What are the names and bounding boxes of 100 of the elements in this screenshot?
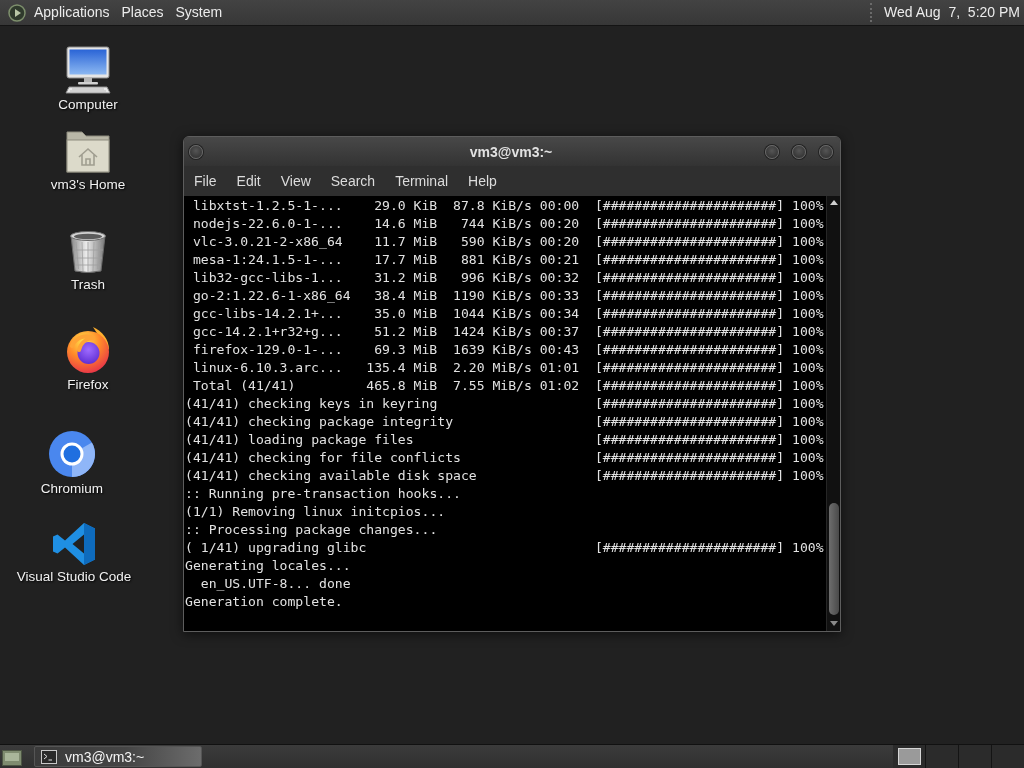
play-circle-icon[interactable] [8,3,26,22]
home-folder-icon[interactable] [64,130,112,174]
window-menu-button[interactable] [189,144,203,159]
download-size: 29.0 KiB [374,197,438,215]
progress-bar-text: [######################] [594,539,785,557]
scrollbar[interactable] [826,196,840,631]
progress-bar-text: [######################] [594,233,785,251]
terminal-icon [41,749,57,764]
download-size: 38.4 MiB [374,287,438,305]
desktop-icon-label[interactable]: Computer [58,97,118,113]
download-size: 31.2 MiB [374,269,438,287]
panel-menu[interactable]: Places [115,0,170,25]
progress-bar-text: [######################] [594,269,785,287]
menu-item[interactable]: View [270,166,321,196]
computer-icon[interactable] [64,46,112,94]
percent-text: 100% [792,197,824,215]
download-time: 00:34 [539,305,580,323]
progress-bar-text: [######################] [594,197,785,215]
download-time: 00:21 [539,251,580,269]
window-title: vm3@vm3:~ [469,143,553,160]
download-time: 00:20 [539,215,580,233]
scrollbar-thumb[interactable] [828,503,839,615]
package-name: mesa-1:24.1.5-1-... [192,251,343,269]
terminal-line: :: Running pre-transaction hooks... [185,485,461,503]
download-size: 17.7 MiB [374,251,438,269]
desktop-icon-label[interactable]: Trash [71,277,105,293]
download-rate: 1190 KiB/s [453,287,532,305]
scroll-up-arrow-icon[interactable] [829,200,838,205]
scroll-down-arrow-icon[interactable] [829,621,838,626]
chromium-logo-icon[interactable] [48,430,96,478]
package-name: nodejs-22.6.0-1-... [192,215,343,233]
terminal-line: (41/41) checking available disk space [185,467,477,485]
percent-text: 100% [792,305,824,323]
package-name: vlc-3.0.21-2-x86_64 [192,233,343,251]
firefox-logo-icon[interactable] [64,326,112,374]
download-time: 00:32 [539,269,580,287]
panel-menu[interactable]: System [169,0,229,25]
download-size: 465.8 MiB [366,377,438,395]
menu-item[interactable]: Search [320,166,386,196]
download-time: 01:02 [539,377,580,395]
progress-bar-text: [######################] [594,431,785,449]
progress-bar-text: [######################] [594,413,785,431]
menu-item[interactable]: Terminal [385,166,459,196]
download-size: 14.6 MiB [374,215,438,233]
percent-text: 100% [792,539,824,557]
desktop-icon-label[interactable]: Chromium [40,481,104,497]
menu-item[interactable]: Help [458,166,507,196]
clock[interactable]: Wed Aug 7, 5:20 PM [880,0,1024,25]
percent-text: 100% [792,251,824,269]
progress-bar-text: [######################] [594,323,785,341]
percent-text: 100% [792,467,824,485]
taskbar-button[interactable]: vm3@vm3:~ [34,746,202,767]
desktop-icon-label[interactable]: Firefox [67,377,109,393]
download-rate: 1044 KiB/s [453,305,532,323]
terminal-line: ( 1/41) upgrading glibc [185,539,367,557]
progress-bar-text: [######################] [594,305,785,323]
progress-bar-text: [######################] [594,215,785,233]
close-button[interactable] [819,144,833,159]
progress-bar-text: [######################] [594,395,785,413]
terminal-line: :: Processing package changes... [185,521,438,539]
percent-text: 100% [792,341,824,359]
terminal-line: Generation complete. [185,593,343,611]
download-rate: 744 KiB/s [460,215,532,233]
package-name: gcc-14.2.1+r32+g... [192,323,343,341]
download-size: 11.7 MiB [374,233,438,251]
show-desktop-icon[interactable] [2,747,22,766]
terminal-line: Generating locales... [185,557,351,575]
progress-bar-text: [######################] [594,377,785,395]
workspace-switcher[interactable] [893,745,1024,768]
percent-text: 100% [792,359,824,377]
progress-bar-text: [######################] [594,287,785,305]
desktop-icon-label[interactable]: vm3's Home [50,177,126,193]
download-size: 69.3 MiB [374,341,438,359]
minimize-button[interactable] [765,144,779,159]
download-rate: 87.8 KiB/s [453,197,532,215]
download-rate: 2.20 MiB/s [453,359,532,377]
package-name: firefox-129.0-1-... [192,341,343,359]
menu-item[interactable]: Edit [226,166,271,196]
vscode-logo-icon[interactable] [52,522,96,566]
panel-menu[interactable]: Applications [28,0,116,25]
maximize-button[interactable] [792,144,806,159]
desktop-icon-label[interactable]: Visual Studio Code [16,569,132,585]
terminal-line: (41/41) checking keys in keyring [185,395,438,413]
menu-item[interactable]: File [184,166,227,196]
progress-bar-text: [######################] [594,449,785,467]
percent-text: 100% [792,323,824,341]
package-name: gcc-libs-14.2.1+... [192,305,343,323]
download-time: 01:01 [539,359,580,377]
percent-text: 100% [792,413,824,431]
percent-text: 100% [792,269,824,287]
download-rate: 1639 KiB/s [453,341,532,359]
progress-bar-text: [######################] [594,251,785,269]
trash-icon[interactable] [68,230,108,274]
percent-text: 100% [792,215,824,233]
download-time: 00:43 [539,341,580,359]
percent-text: 100% [792,377,824,395]
percent-text: 100% [792,395,824,413]
percent-text: 100% [792,233,824,251]
download-rate: 7.55 MiB/s [453,377,532,395]
download-size: 35.0 MiB [374,305,438,323]
